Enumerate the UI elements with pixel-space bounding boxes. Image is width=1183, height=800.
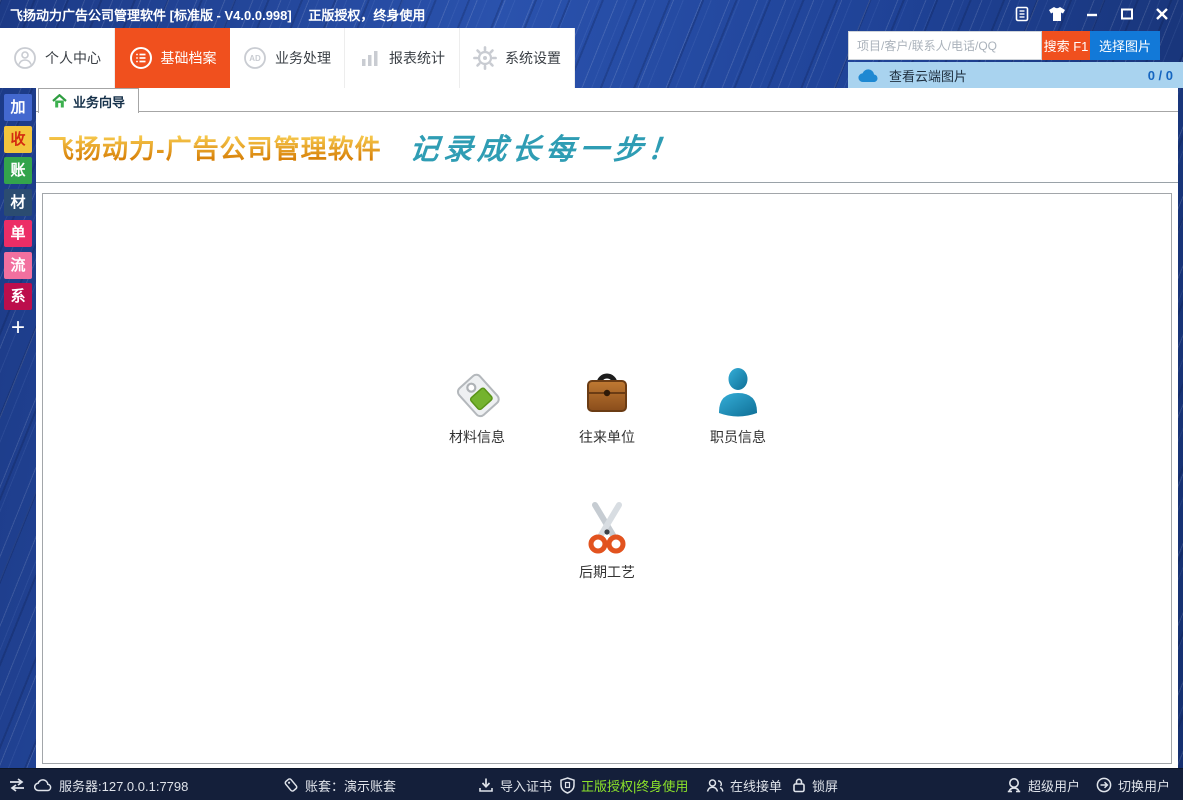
tag-icon (412, 364, 542, 422)
bar-chart-icon (359, 47, 381, 69)
license-text: 正版授权|终身使用 (581, 776, 688, 795)
shortcut-label: 后期工艺 (542, 562, 672, 582)
people-icon (706, 778, 724, 793)
arrow-circle-icon (1096, 777, 1112, 793)
home-icon (52, 94, 67, 109)
search-input[interactable] (848, 31, 1042, 60)
nav-item-basic-archives[interactable]: 基础档案 (115, 28, 230, 88)
shortcut-material-info[interactable]: 材料信息 (412, 364, 542, 447)
online-orders[interactable]: 在线接单 (706, 769, 782, 800)
nav-item-report-statistics[interactable]: 报表统计 (345, 28, 460, 88)
titlebar: 飞扬动力广告公司管理软件 [标准版 - V4.0.0.998] 正版授权，终身使… (0, 0, 1183, 28)
shortcut-label: 材料信息 (412, 427, 542, 447)
server-text: 服务器:127.0.0.1:7798 (59, 776, 188, 795)
online-orders-text: 在线接单 (730, 776, 782, 795)
import-certificate[interactable]: 导入证书 (478, 769, 552, 800)
account-set[interactable]: 账套：演示账套 (283, 769, 396, 800)
shortcut-staff-info[interactable]: 职员信息 (673, 364, 803, 447)
nav-item-system-settings[interactable]: 系统设置 (460, 28, 575, 88)
lock-screen-text: 锁屏 (812, 776, 838, 795)
briefcase-icon (542, 364, 672, 422)
brand-banner: 飞扬动力-广告公司管理软件 记录成长每一步！ (36, 112, 1178, 183)
quick-sidebar: 加 收 账 材 单 流 系 + (0, 88, 36, 768)
nav-item-label: 系统设置 (505, 48, 561, 68)
tab-label: 业务向导 (73, 92, 125, 111)
account-text: 账套：演示账套 (305, 776, 396, 795)
tab-strip: 业务向导 (36, 88, 1178, 112)
current-user-text: 超级用户 (1028, 776, 1080, 795)
cloud-icon (858, 68, 880, 83)
select-image-button[interactable]: 选择图片 (1090, 31, 1160, 60)
nav-item-personal-center[interactable]: 个人中心 (0, 28, 115, 88)
log-icon[interactable] (1009, 2, 1035, 26)
import-cert-text: 导入证书 (500, 776, 552, 795)
main-navbar: 个人中心 基础档案 AD 业务处理 报表统计 系统设置 (0, 28, 575, 88)
maximize-button[interactable] (1114, 2, 1140, 26)
nav-item-label: 基础档案 (161, 48, 217, 68)
nav-item-label: 报表统计 (389, 48, 445, 68)
ad-circle-icon: AD (243, 46, 267, 70)
shortcut-label: 职员信息 (673, 427, 803, 447)
sidebar-item-system[interactable]: 系 (4, 283, 32, 310)
shortcut-post-processing[interactable]: 后期工艺 (542, 499, 672, 582)
brand-slogan: 记录成长每一步！ (407, 126, 683, 168)
download-icon (478, 777, 494, 793)
cloud-bar-label: 查看云端图片 (889, 66, 967, 85)
license-status[interactable]: 正版授权|终身使用 (560, 769, 688, 800)
user-icon (1006, 777, 1022, 793)
search-button[interactable]: 搜索 F1 (1042, 31, 1090, 60)
wizard-panel: 材料信息 往来单位 (42, 193, 1172, 764)
sidebar-item-flow[interactable]: 流 (4, 252, 32, 279)
sidebar-item-receive[interactable]: 收 (4, 126, 32, 153)
nav-item-label: 个人中心 (45, 48, 101, 68)
tab-business-wizard[interactable]: 业务向导 (38, 88, 139, 113)
user-circle-icon (13, 46, 37, 70)
shortcut-label: 往来单位 (542, 427, 672, 447)
sync-toggle[interactable] (8, 769, 26, 800)
tag-outline-icon (283, 777, 299, 793)
swap-arrows-icon (8, 777, 26, 793)
lock-icon (792, 777, 806, 793)
gear-icon (473, 46, 497, 70)
close-button[interactable] (1149, 2, 1175, 26)
skin-theme-icon[interactable] (1044, 2, 1070, 26)
scissors-icon (542, 499, 672, 557)
shortcut-business-contacts[interactable]: 往来单位 (542, 364, 672, 447)
nav-item-label: 业务处理 (275, 48, 331, 68)
lock-screen[interactable]: 锁屏 (792, 769, 838, 800)
sidebar-item-add[interactable]: 加 (4, 94, 32, 121)
nav-item-business-processing[interactable]: AD 业务处理 (230, 28, 345, 88)
cloud-outline-icon (34, 778, 53, 792)
main-area: 业务向导 飞扬动力-广告公司管理软件 记录成长每一步！ 材料信息 (36, 88, 1178, 768)
brand-logo-text: 飞扬动力-广告公司管理软件 (48, 129, 382, 166)
cloud-image-count: 0 / 0 (1148, 68, 1173, 83)
app-window: 飞扬动力广告公司管理软件 [标准版 - V4.0.0.998] 正版授权，终身使… (0, 0, 1183, 800)
switch-user-text: 切换用户 (1118, 776, 1170, 795)
current-user[interactable]: 超级用户 (1006, 769, 1080, 800)
shield-icon (560, 777, 575, 794)
list-circle-icon (129, 46, 153, 70)
sidebar-item-account[interactable]: 账 (4, 157, 32, 184)
sidebar-item-material[interactable]: 材 (4, 189, 32, 216)
switch-user[interactable]: 切换用户 (1096, 769, 1170, 800)
window-controls (1009, 0, 1175, 28)
minimize-button[interactable] (1079, 2, 1105, 26)
statusbar: 服务器:127.0.0.1:7798 账套：演示账套 导入证书 正版授权|终身使… (0, 768, 1183, 800)
window-title: 飞扬动力广告公司管理软件 [标准版 - V4.0.0.998] 正版授权，终身使… (0, 5, 425, 24)
sidebar-add-button[interactable]: + (4, 315, 32, 341)
sidebar-item-order[interactable]: 单 (4, 220, 32, 247)
server-status[interactable]: 服务器:127.0.0.1:7798 (34, 769, 188, 800)
ad-icon-text: AD (249, 54, 261, 63)
view-cloud-images-bar[interactable]: 查看云端图片 0 / 0 (848, 62, 1183, 88)
person-icon (673, 364, 803, 422)
